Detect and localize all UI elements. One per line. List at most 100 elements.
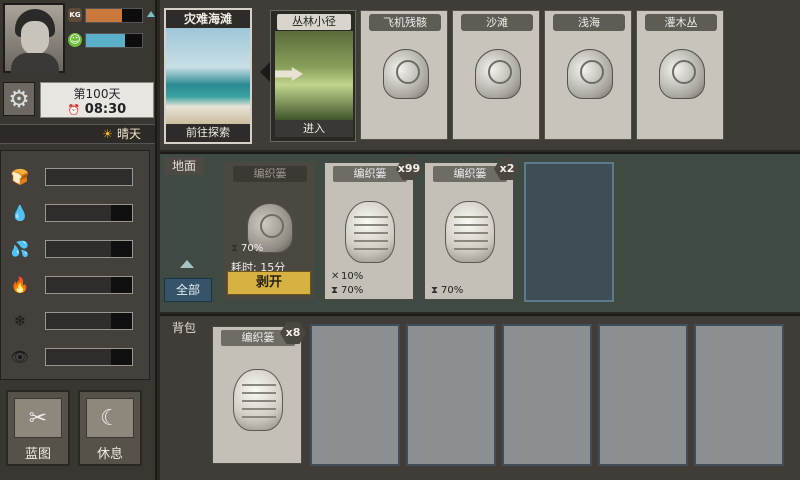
location-strip: 灾难海滩 前往探索 丛林小径 进入 飞机残骸 沙滩 浅海 灌木丛 bbox=[160, 0, 800, 150]
progress-info: ⧗ 70% bbox=[331, 285, 363, 296]
need-bar-fill bbox=[46, 313, 111, 329]
progress-info: ⧗ 70% bbox=[431, 285, 463, 296]
location-arrow bbox=[260, 62, 270, 82]
weather-label: 晴天 bbox=[116, 127, 141, 141]
hourglass-icon: ⧗ bbox=[431, 285, 439, 296]
need-row: 💦 bbox=[9, 239, 139, 259]
backpack-empty-slot[interactable] bbox=[310, 324, 400, 466]
gear-icon: ⚙ bbox=[8, 85, 30, 113]
settings-gear-button[interactable]: ⚙ bbox=[3, 82, 35, 116]
beach-image bbox=[166, 28, 250, 126]
need-bar bbox=[45, 276, 133, 294]
unexplored-shell-icon bbox=[567, 49, 613, 99]
jungle-path-card[interactable]: 丛林小径 进入 bbox=[270, 10, 356, 142]
backpack-label: 背包 bbox=[172, 321, 197, 335]
durability-value: 10% bbox=[341, 271, 364, 282]
weight-icon: KG bbox=[68, 8, 82, 22]
backpack-empty-slot[interactable] bbox=[598, 324, 688, 466]
mood-stat: ☺ bbox=[68, 31, 154, 49]
player-portrait[interactable] bbox=[3, 3, 65, 73]
progress-value: 70% bbox=[241, 243, 264, 254]
need-bar-fill bbox=[46, 241, 111, 257]
backpack-item-basket[interactable]: 编织篓 bbox=[212, 326, 302, 464]
current-location-title: 灾难海滩 bbox=[166, 10, 250, 28]
need-row: 💧 bbox=[9, 203, 139, 223]
water-drop-icon: 💧 bbox=[10, 204, 30, 222]
collapse-up-icon[interactable] bbox=[180, 260, 194, 268]
up-triangle-icon bbox=[147, 11, 155, 17]
day-time-box: 第100天 ⏰ 08:30 bbox=[40, 82, 154, 118]
blueprint-label: 蓝图 bbox=[24, 447, 51, 462]
snowflake-icon: ❄ bbox=[13, 312, 27, 330]
progress-value: 70% bbox=[341, 285, 364, 296]
location-title: 飞机残骸 bbox=[369, 14, 441, 31]
ground-item-basket[interactable]: 编织篓 ✕ 10% ⧗ 70% bbox=[324, 162, 414, 300]
rest-label: 休息 bbox=[96, 447, 123, 462]
ground-section: 地面 全部 编织篓 ⧗ 70% 耗时: 15分 剥开 编织篓 ✕ 10% ⧗ 70% … bbox=[160, 152, 800, 312]
ground-item-basket[interactable]: 编织篓 ⧗ 70% bbox=[424, 162, 514, 300]
location-card-beach[interactable]: 沙滩 bbox=[452, 10, 540, 140]
bed-icon: ☾ bbox=[86, 398, 134, 438]
location-title: 灌木丛 bbox=[645, 14, 717, 31]
current-location-card[interactable]: 灾难海滩 前往探索 bbox=[164, 8, 252, 144]
tools-icon: ✕ bbox=[331, 271, 340, 282]
basket-item-icon bbox=[345, 201, 395, 263]
need-bar-fill bbox=[46, 205, 111, 221]
clock-time: ⏰ 08:30 bbox=[41, 102, 153, 117]
blueprint-button[interactable]: ✂ 蓝图 bbox=[6, 390, 70, 466]
ground-label: 地面 bbox=[164, 157, 205, 175]
item-title: 编织篓 bbox=[233, 166, 307, 182]
need-bar bbox=[45, 312, 133, 330]
ground-empty-slot[interactable] bbox=[524, 162, 614, 302]
hourglass-icon: ⧗ bbox=[331, 285, 339, 296]
need-bar bbox=[45, 204, 133, 222]
progress-value: 70% bbox=[441, 285, 464, 296]
sun-icon: ☀ bbox=[102, 127, 113, 141]
backpack-empty-slot[interactable] bbox=[694, 324, 784, 466]
backpack-empty-slot[interactable] bbox=[502, 324, 592, 466]
need-row: 👁 bbox=[9, 347, 139, 367]
mood-bar-fill bbox=[86, 34, 126, 47]
backpack-section: 背包 编织篓 x8 bbox=[160, 314, 800, 480]
filter-all-button[interactable]: 全部 bbox=[164, 278, 212, 302]
clock-time-value: 08:30 bbox=[84, 102, 127, 117]
enter-button[interactable]: 进入 bbox=[275, 120, 353, 137]
alarm-clock-icon: ⏰ bbox=[67, 105, 81, 116]
basket-item-icon bbox=[233, 369, 283, 431]
location-card-shallow-sea[interactable]: 浅海 bbox=[544, 10, 632, 140]
mood-bar bbox=[85, 33, 143, 48]
weight-stat: KG bbox=[68, 6, 154, 24]
location-title: 浅海 bbox=[553, 14, 625, 31]
peel-button[interactable]: 剥开 bbox=[227, 271, 311, 295]
fire-icon: 🔥 bbox=[10, 276, 30, 294]
backpack-empty-slot[interactable] bbox=[406, 324, 496, 466]
bread-icon: 🍞 bbox=[10, 168, 30, 186]
blueprint-tools-icon: ✂ bbox=[14, 398, 62, 438]
hourglass-icon: ⧗ bbox=[231, 243, 239, 254]
jungle-path-title: 丛林小径 bbox=[277, 14, 351, 30]
ground-item-processing[interactable]: 编织篓 ⧗ 70% 耗时: 15分 剥开 bbox=[224, 162, 314, 300]
need-bar-fill bbox=[46, 277, 111, 293]
need-bar bbox=[45, 168, 133, 186]
rest-button[interactable]: ☾ 休息 bbox=[78, 390, 142, 466]
need-bar bbox=[45, 348, 133, 366]
durability-info: ✕ 10% bbox=[331, 271, 363, 282]
progress-info: ⧗ 70% bbox=[231, 243, 263, 254]
need-row: ❄ bbox=[9, 311, 139, 331]
weight-bar bbox=[85, 8, 143, 23]
need-row: 🔥 bbox=[9, 275, 139, 295]
need-row: 🍞 bbox=[9, 167, 139, 187]
location-card-bushes[interactable]: 灌木丛 bbox=[636, 10, 724, 140]
day-counter: 第100天 bbox=[73, 87, 121, 101]
need-bar-fill bbox=[46, 169, 132, 185]
need-bar bbox=[45, 240, 133, 258]
explore-button[interactable]: 前往探索 bbox=[166, 124, 250, 142]
left-panel: KG ☺ ⚙ 第100天 ⏰ 08:30 ☀ 晴天 🍞 💧 💦 🔥 ❄ 👁 ✂ 蓝图 ☾ 休… bbox=[0, 0, 157, 480]
basket-item-icon bbox=[445, 201, 495, 263]
unexplored-shell-icon bbox=[475, 49, 521, 99]
unexplored-shell-icon bbox=[383, 49, 429, 99]
location-title: 沙滩 bbox=[461, 14, 533, 31]
weight-bar-fill bbox=[86, 9, 123, 22]
unexplored-shell-icon bbox=[659, 49, 705, 99]
location-card-plane-wreck[interactable]: 飞机残骸 bbox=[360, 10, 448, 140]
